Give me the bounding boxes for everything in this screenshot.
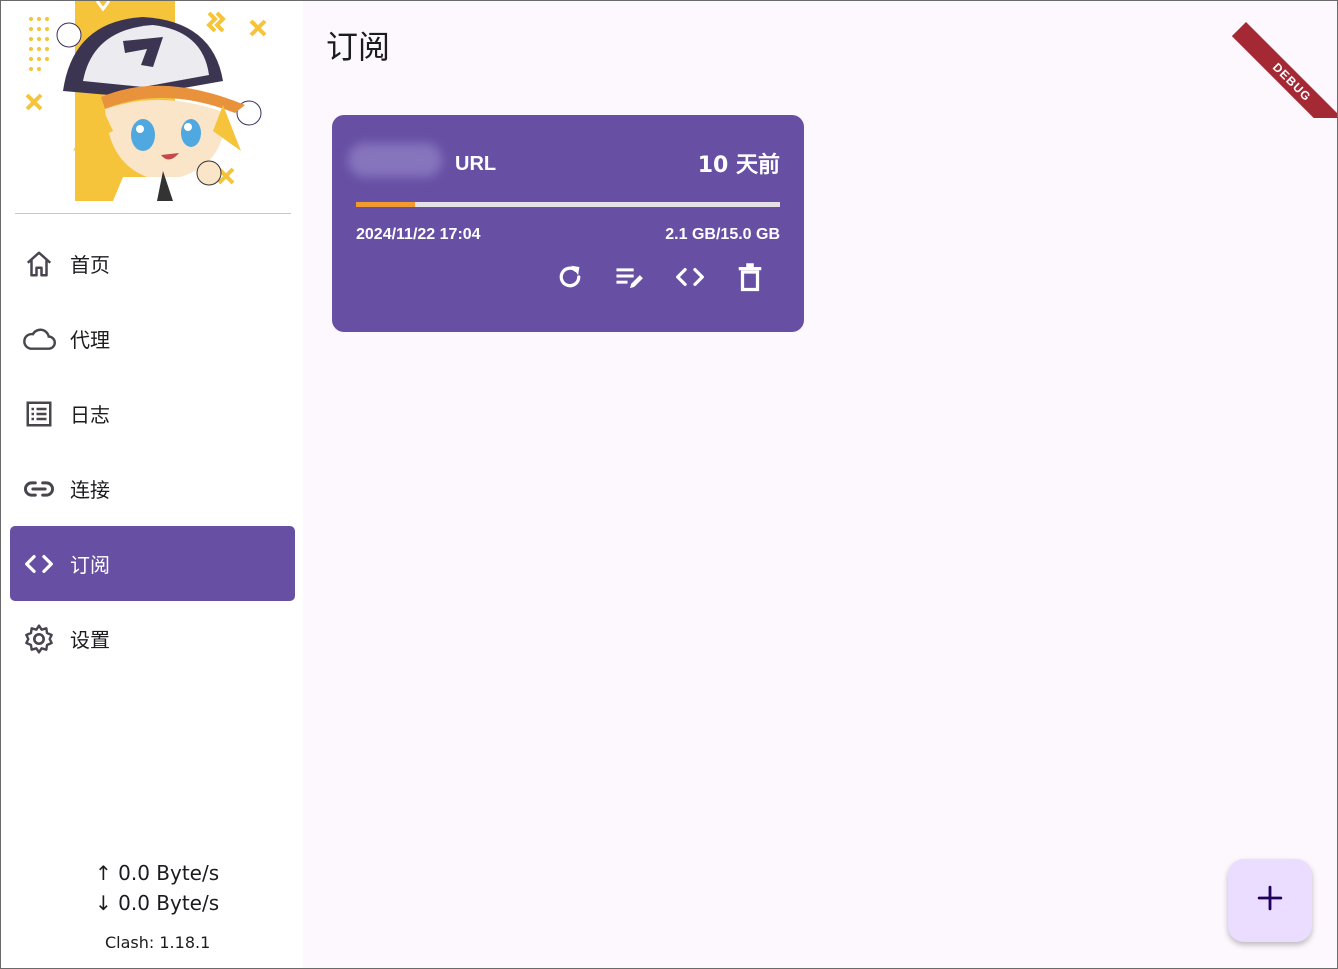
edit-button[interactable] xyxy=(613,262,647,296)
subscription-name-blurred xyxy=(348,143,442,177)
home-icon xyxy=(22,247,56,281)
delete-button[interactable] xyxy=(733,262,767,296)
sidebar-item-label: 设置 xyxy=(70,628,110,652)
usage-progress-bar xyxy=(356,202,780,207)
debug-banner: DEBUG xyxy=(1220,0,1338,118)
refresh-icon xyxy=(555,262,585,297)
sidebar-item-settings[interactable]: 设置 xyxy=(10,601,295,676)
sidebar-divider xyxy=(15,213,291,214)
subscription-card[interactable]: URL 10 天前 2024/11/22 17:04 2.1 GB/15.0 G… xyxy=(332,115,804,332)
download-speed: ↓ 0.0 Byte/s xyxy=(95,891,220,915)
sidebar-item-logs[interactable]: 日志 xyxy=(10,376,295,451)
debug-label: DEBUG xyxy=(1231,22,1338,118)
refresh-button[interactable] xyxy=(553,262,587,296)
sidebar-item-label: 日志 xyxy=(70,403,110,427)
link-icon xyxy=(22,472,56,506)
sidebar-item-connections[interactable]: 连接 xyxy=(10,451,295,526)
gear-icon xyxy=(22,622,56,656)
sidebar-item-label: 连接 xyxy=(70,478,110,502)
code-icon xyxy=(674,262,706,297)
upload-speed: ↑ 0.0 Byte/s xyxy=(95,861,220,885)
subscription-expire-date: 2024/11/22 17:04 xyxy=(356,226,481,243)
sidebar-item-subscriptions[interactable]: 订阅 xyxy=(10,526,295,601)
page-title: 订阅 xyxy=(326,28,391,66)
avatar xyxy=(13,1,303,201)
subscription-updated-time: 10 天前 xyxy=(697,153,780,178)
edit-icon xyxy=(614,262,646,297)
sidebar-item-home[interactable]: 首页 xyxy=(10,226,295,301)
sidebar-item-label: 首页 xyxy=(70,253,110,277)
clash-version: Clash: 1.18.1 xyxy=(105,933,211,952)
delete-icon xyxy=(736,262,764,297)
subscription-usage: 2.1 GB/15.0 GB xyxy=(665,226,780,243)
view-config-button[interactable] xyxy=(673,262,707,296)
sidebar: 首页 代理 日志 连接 订阅 设置 ↑ 0.0 Byte/s ↓ 0.0 Byt… xyxy=(1,1,303,968)
list-icon xyxy=(22,397,56,431)
sidebar-item-label: 订阅 xyxy=(70,553,110,577)
sidebar-item-proxy[interactable]: 代理 xyxy=(10,301,295,376)
usage-progress-fill xyxy=(356,202,416,207)
cloud-icon xyxy=(22,322,56,356)
sidebar-item-label: 代理 xyxy=(70,328,110,352)
add-subscription-button[interactable] xyxy=(1228,859,1312,942)
subscription-type: URL xyxy=(455,153,497,175)
code-icon xyxy=(22,547,56,581)
plus-icon xyxy=(1257,885,1283,916)
